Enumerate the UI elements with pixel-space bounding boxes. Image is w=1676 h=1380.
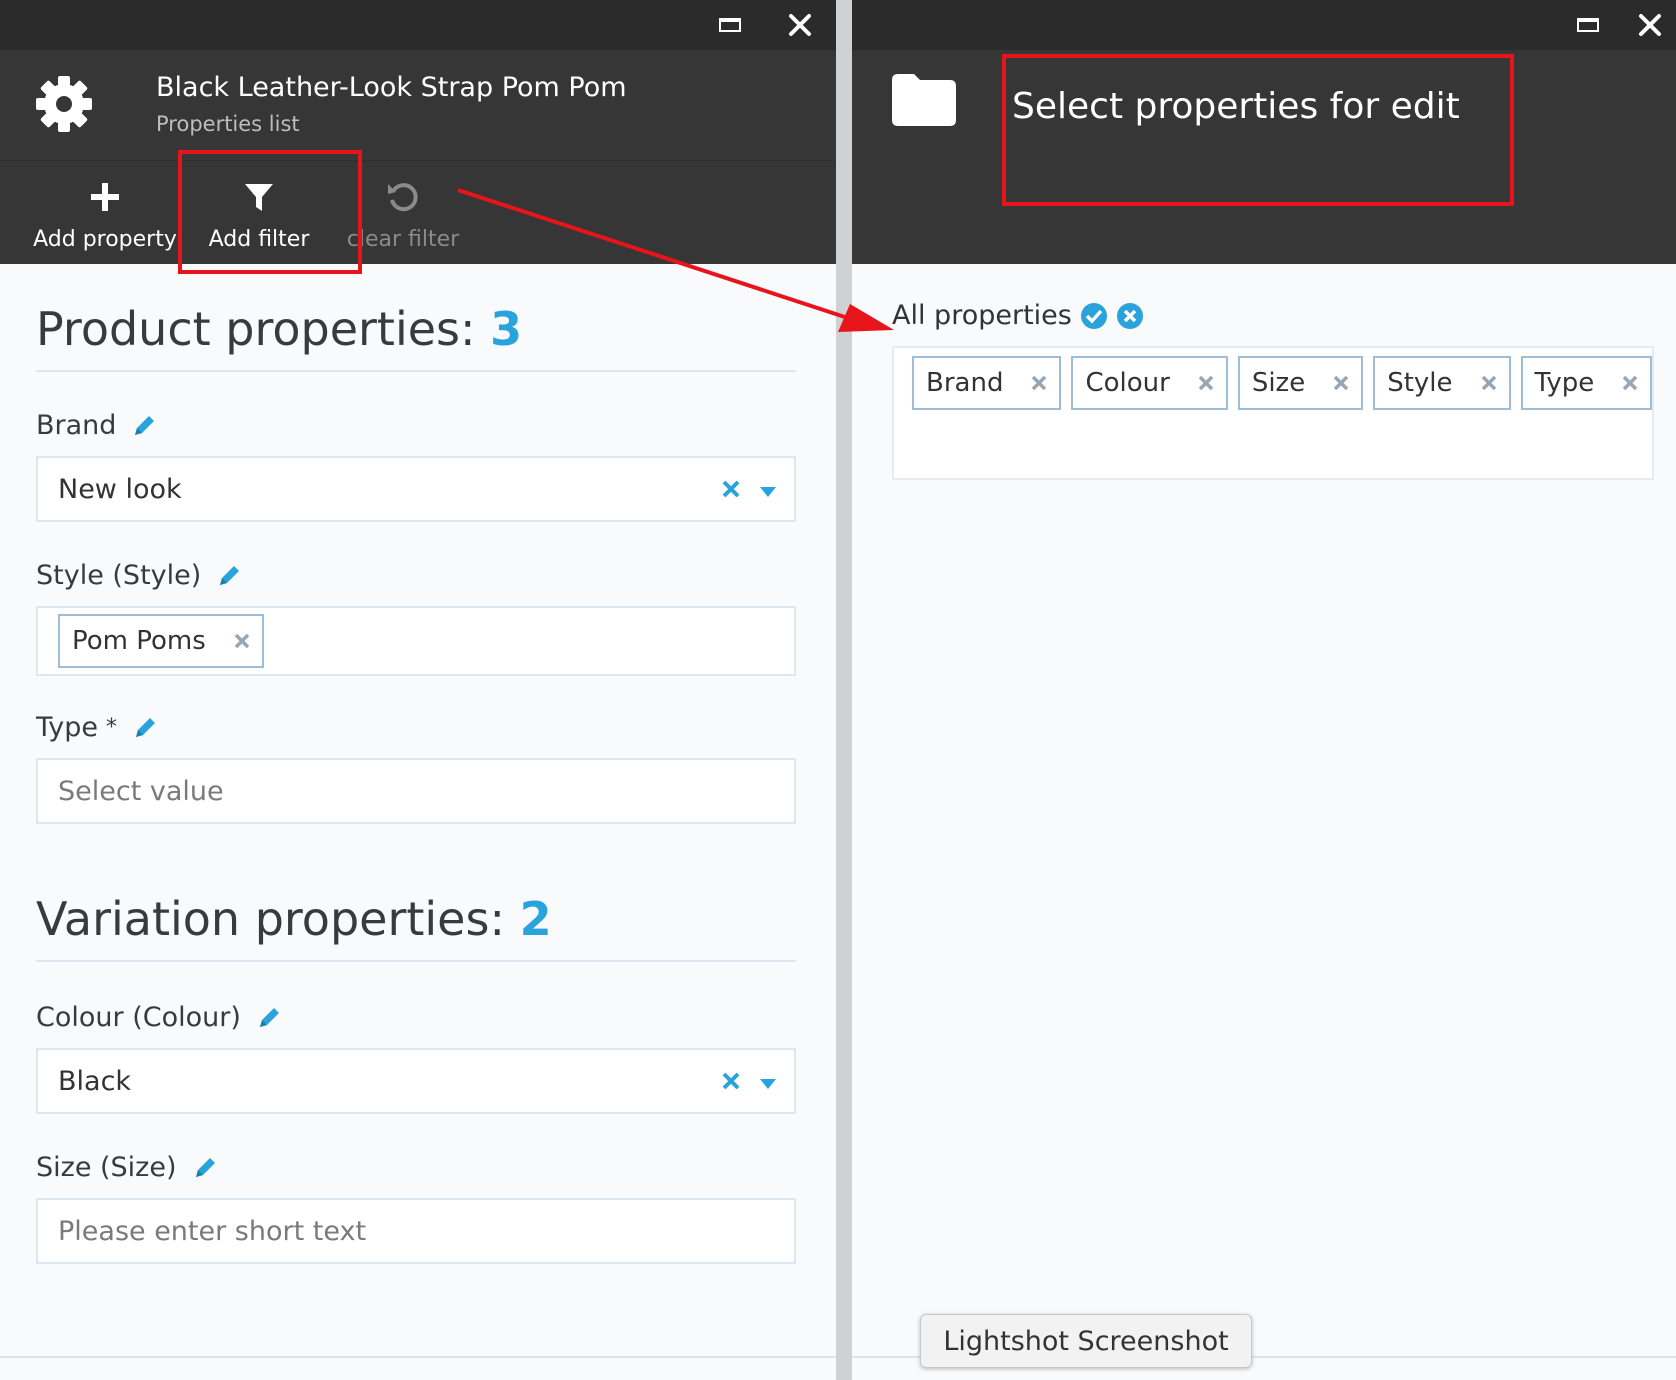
property-tag-style: Style [1373,356,1511,410]
pencil-icon[interactable] [132,414,156,438]
property-tag-label: Style [1387,368,1453,398]
product-properties-count: 3 [490,302,523,356]
right-maximize-button[interactable] [1570,8,1606,42]
variation-properties-title: Variation properties: [36,892,505,946]
property-tag-colour: Colour [1071,356,1228,410]
size-text-input[interactable]: Please enter short text [36,1198,796,1264]
close-icon [789,14,811,36]
size-label: Size (Size) [36,1152,217,1183]
size-label-text: Size (Size) [36,1152,177,1183]
product-properties-heading: Product properties: 3 [36,302,522,356]
remove-tag-icon[interactable] [1031,375,1047,391]
blade-divider [836,0,852,1380]
section-divider [36,960,796,962]
lightshot-tooltip-text: Lightshot Screenshot [943,1325,1229,1357]
variation-properties-heading: Variation properties: 2 [36,892,552,946]
add-property-label: Add property [33,227,177,252]
remove-tag-icon[interactable] [1198,375,1214,391]
maximize-icon [1577,18,1599,32]
pencil-icon[interactable] [193,1156,217,1180]
property-tag-label: Brand [926,368,1004,398]
property-tag-label: Type [1534,368,1595,398]
annotation-box-add-filter [178,150,362,274]
brand-value: New look [58,473,182,505]
left-maximize-button[interactable] [712,8,748,42]
remove-tag-icon[interactable] [1622,375,1638,391]
brand-label: Brand [36,410,156,441]
right-window-bar [852,0,1676,50]
property-tag-type: Type [1520,356,1653,410]
select-properties-blade: Select properties for edit All propertie… [852,0,1676,1380]
property-tag-brand: Brand [912,356,1062,410]
check-circle-icon[interactable] [1080,302,1108,330]
style-multiselect[interactable]: Pom Poms [36,606,796,676]
colour-label: Colour (Colour) [36,1002,281,1033]
product-properties-title: Product properties: [36,302,476,356]
type-label-text: Type [36,712,99,743]
annotation-box-title [1002,54,1514,206]
property-tag-label: Size [1251,368,1306,398]
maximize-icon [719,18,741,32]
colour-value: Black [58,1065,132,1097]
clear-icon[interactable] [722,474,740,505]
all-properties-multiselect[interactable]: Brand Colour Size Style Type [892,346,1654,480]
section-divider [36,370,796,372]
colour-label-text: Colour (Colour) [36,1002,241,1033]
left-window-bar [0,0,836,50]
properties-list-blade: Black Leather-Look Strap Pom Pom Propert… [0,0,836,1380]
blade-subtitle: Properties list [156,112,300,136]
add-property-button[interactable]: Add property [30,161,180,265]
plus-icon [30,175,180,219]
style-tag-label: Pom Poms [72,626,206,656]
left-blade-header: Black Leather-Look Strap Pom Pom Propert… [0,50,836,160]
variation-properties-count: 2 [519,892,552,946]
style-label: Style (Style) [36,560,241,591]
gear-icon [34,74,94,138]
folder-icon [892,72,956,130]
clear-icon[interactable] [722,1066,740,1097]
lightshot-tooltip: Lightshot Screenshot [920,1314,1252,1368]
brand-select-controls [722,458,776,520]
clear-circle-icon[interactable] [1116,302,1144,330]
left-footer-line [0,1356,836,1358]
property-tag-size: Size [1237,356,1364,410]
pencil-icon[interactable] [133,716,157,740]
colour-select-controls [722,1050,776,1112]
pencil-icon[interactable] [257,1006,281,1030]
right-close-button[interactable] [1632,8,1668,42]
property-tag-label: Colour [1085,368,1170,398]
property-tags: Brand Colour Size Style Type [912,356,1653,410]
all-properties-heading: All properties [892,300,1144,331]
left-toolbar: Add property Add filter clear filter [0,160,836,264]
caret-down-icon[interactable] [760,474,776,505]
brand-label-text: Brand [36,410,117,441]
all-properties-label: All properties [892,300,1072,331]
left-close-button[interactable] [782,8,818,42]
type-placeholder: Select value [58,775,224,807]
size-placeholder: Please enter short text [58,1215,367,1247]
brand-select[interactable]: New look [36,456,796,522]
blade-title: Black Leather-Look Strap Pom Pom [156,72,627,103]
type-select[interactable]: Select value [36,758,796,824]
remove-tag-icon[interactable] [234,633,250,649]
style-tag: Pom Poms [58,614,264,668]
remove-tag-icon[interactable] [1333,375,1349,391]
pencil-icon[interactable] [217,564,241,588]
colour-select[interactable]: Black [36,1048,796,1114]
style-label-text: Style (Style) [36,560,202,591]
remove-tag-icon[interactable] [1481,375,1497,391]
caret-down-icon[interactable] [760,1066,776,1097]
required-marker: * [106,715,118,740]
type-label: Type * [36,712,157,743]
close-icon [1639,14,1661,36]
